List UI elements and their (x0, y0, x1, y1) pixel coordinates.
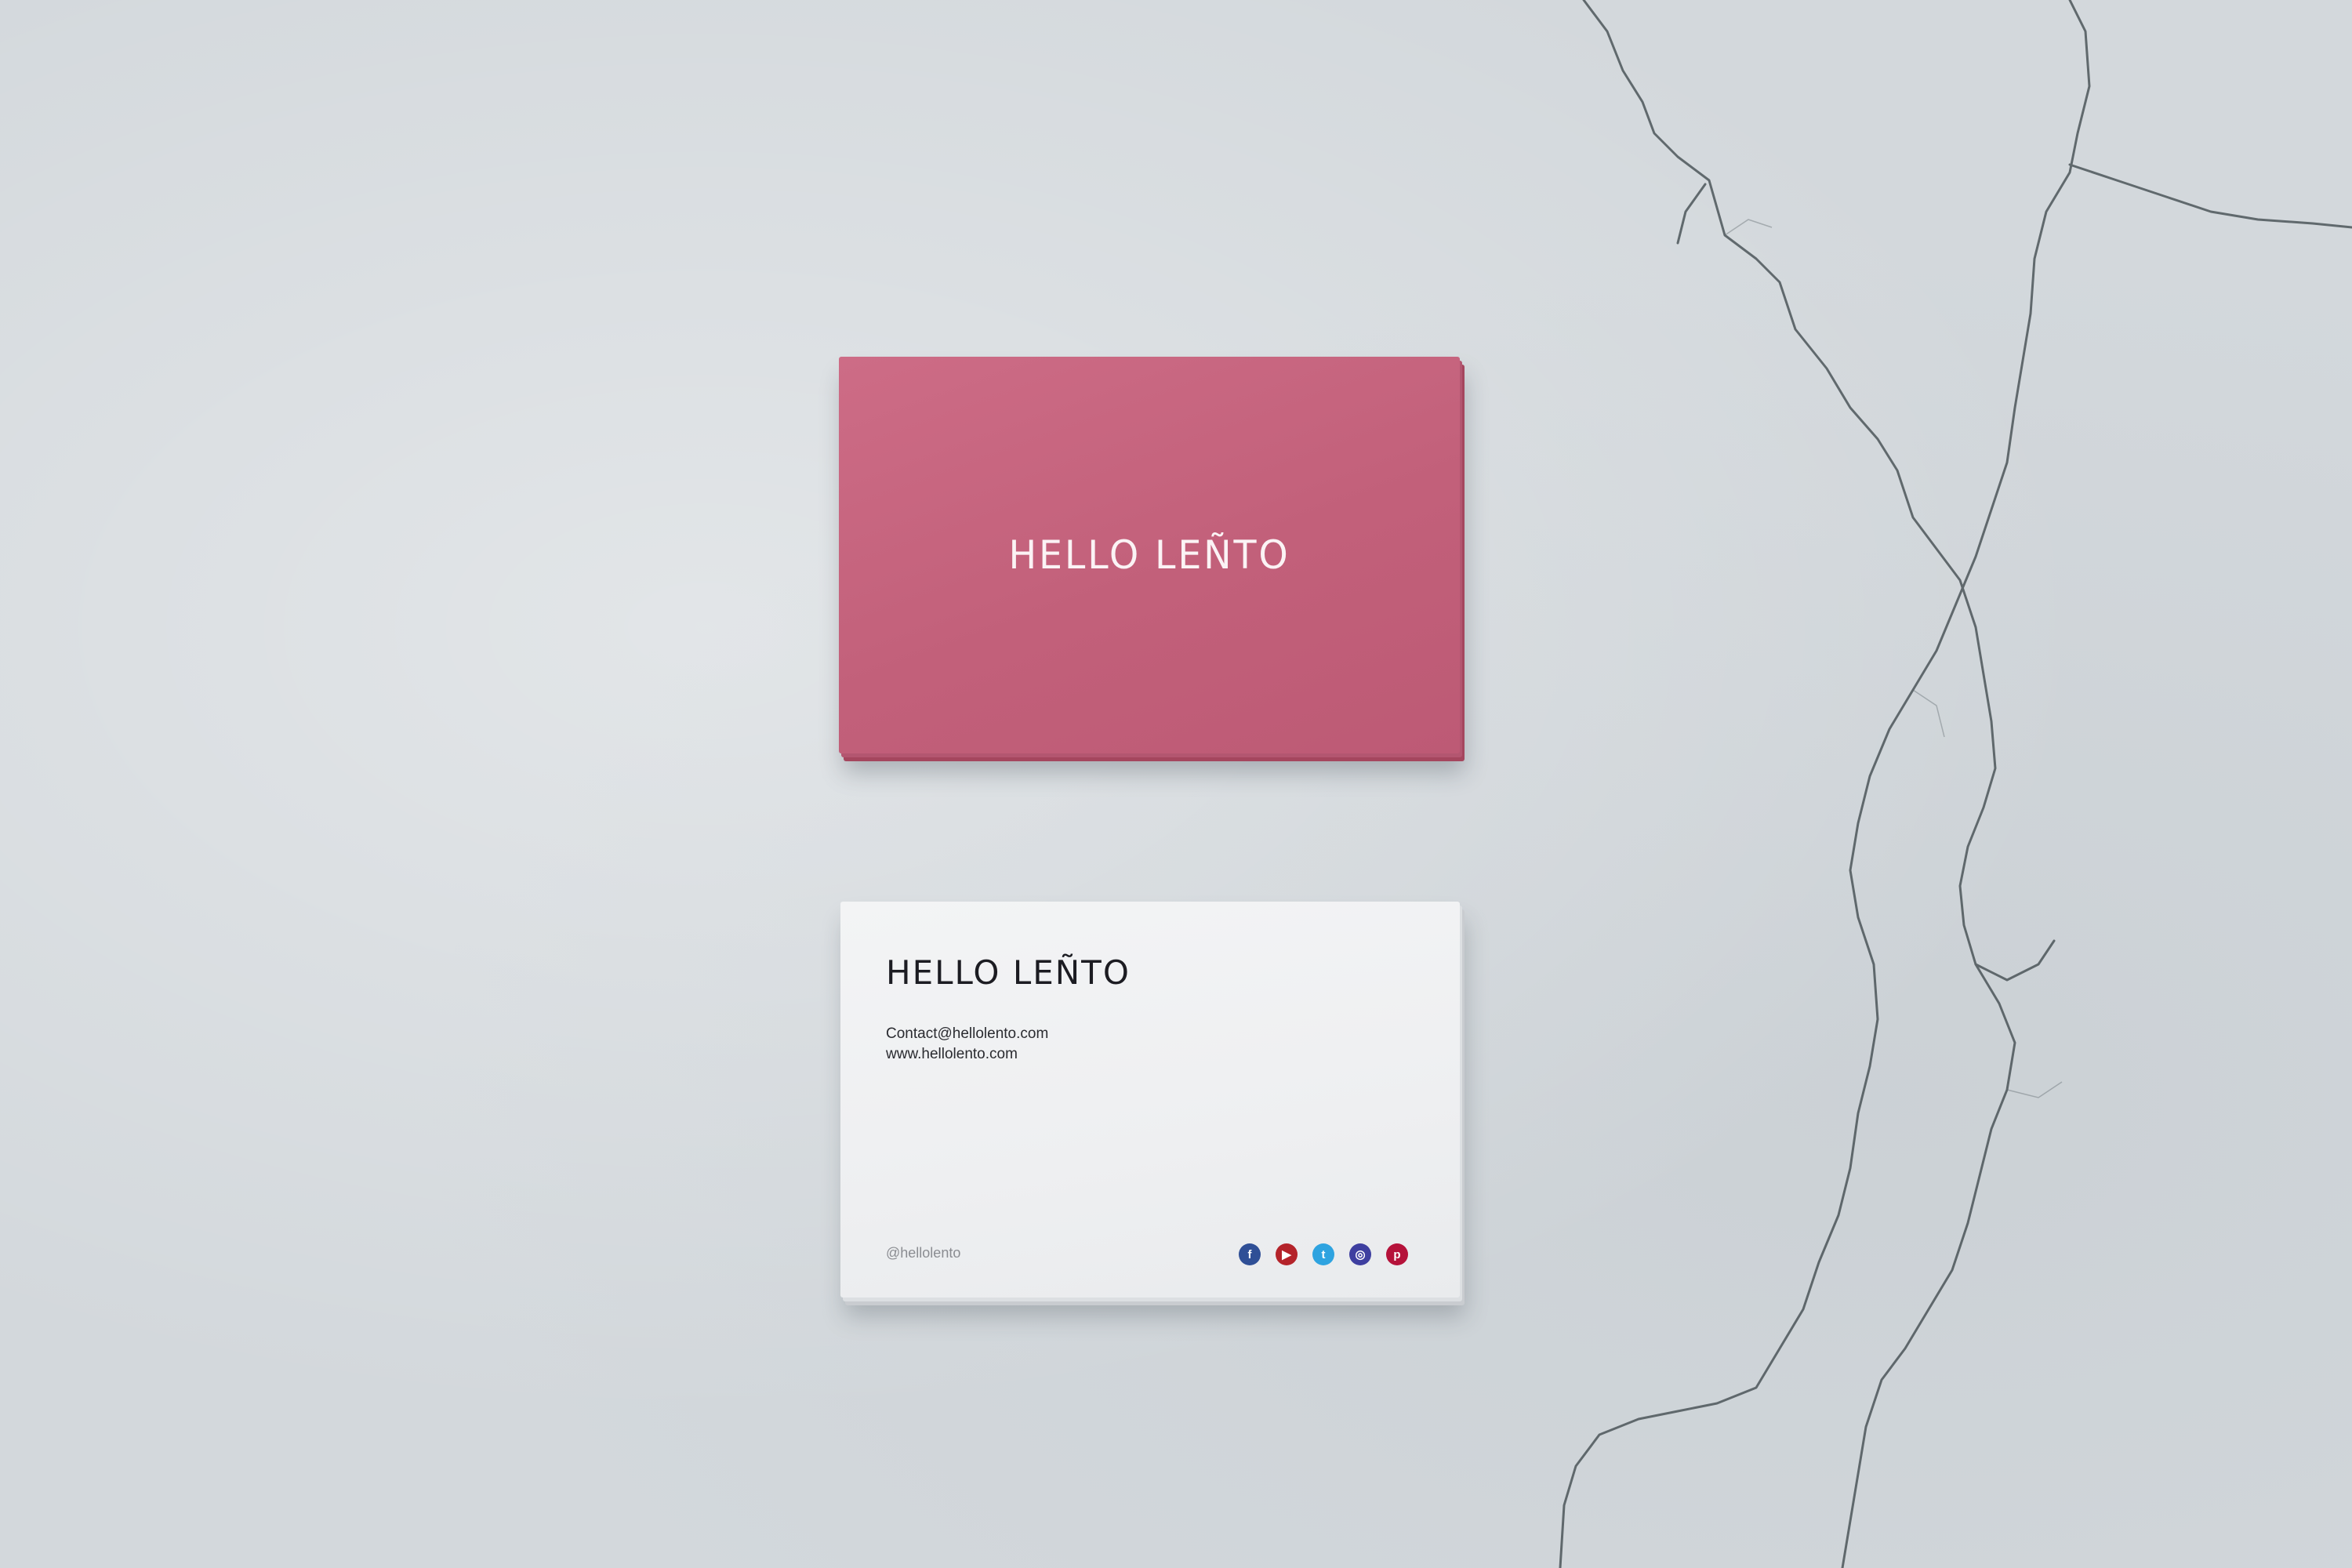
white-card-stack: HELLO LEÑTO Contact@hellolento.com www.h… (840, 902, 1465, 1305)
instagram-icon: ◎ (1349, 1243, 1371, 1265)
pink-card-stack: HELLO LEÑTO (839, 357, 1465, 761)
website-url: www.hellolento.com (886, 1046, 1018, 1062)
hello-lento-logo: HELLO LEÑTO (1008, 532, 1290, 578)
pinterest-icon: p (1386, 1243, 1408, 1265)
social-icons-row: f ▶ t ◎ p (1239, 1243, 1408, 1265)
facebook-icon: f (1239, 1243, 1261, 1265)
twitter-icon: t (1312, 1243, 1334, 1265)
wall-cracks (1559, 0, 2352, 1568)
white-card-back: HELLO LEÑTO Contact@hellolento.com www.h… (840, 902, 1460, 1298)
hello-lento-logo: HELLO LEÑTO (886, 953, 1131, 992)
contact-email: Contact@hellolento.com (886, 1025, 1049, 1042)
concrete-wall-background (0, 0, 2352, 1568)
pink-card-front: HELLO LEÑTO (839, 357, 1460, 753)
social-handle: @hellolento (886, 1245, 961, 1261)
youtube-icon: ▶ (1276, 1243, 1298, 1265)
